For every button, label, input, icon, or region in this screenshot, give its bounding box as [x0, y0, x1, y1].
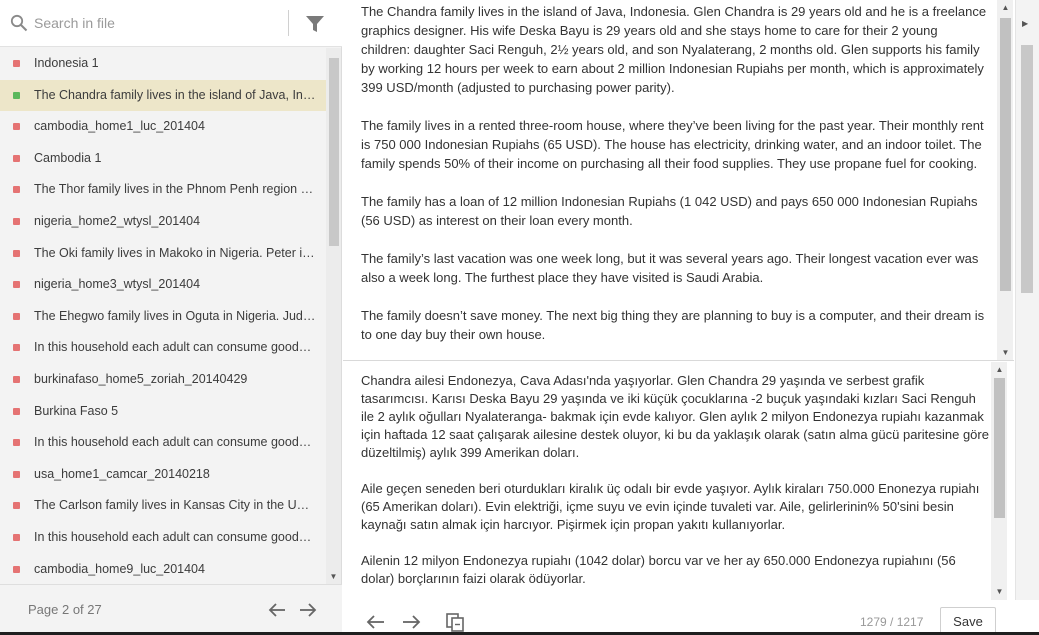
record-item[interactable]: The Thor family lives in the Phnom Penh … [0, 174, 326, 206]
status-dot-icon [13, 502, 20, 510]
status-dot-icon [13, 91, 20, 99]
translation-text[interactable]: Chandra ailesi Endonezya, Cava Adası'nda… [361, 372, 989, 600]
scroll-down-arrow-icon[interactable]: ▼ [328, 572, 339, 582]
translation-paragraph[interactable]: Aile geçen seneden beri oturdukları kira… [361, 480, 989, 534]
editor-toolbar: 1279 / 1217 Save [343, 600, 1039, 635]
record-list-scroll-thumb[interactable] [329, 58, 339, 246]
record-item[interactable]: Cambodia 1 [0, 143, 326, 175]
record-label: In this household each adult can consume… [34, 340, 316, 355]
page-indicator: Page 2 of 27 [28, 602, 102, 617]
scroll-up-arrow-icon[interactable]: ▲ [1000, 2, 1011, 14]
record-sidebar: Indonesia 1 The Chandra family lives in t… [0, 0, 342, 635]
translation-scroll-thumb[interactable] [994, 378, 1005, 518]
status-dot-icon [13, 439, 20, 447]
record-item[interactable]: cambodia_home1_luc_201404 [0, 111, 326, 143]
record-item[interactable]: The Oki family lives in Makoko in Nigeri… [0, 238, 326, 270]
record-item[interactable]: In this household each adult can consume… [0, 332, 326, 364]
status-dot-icon [13, 217, 20, 225]
record-list: Indonesia 1 The Chandra family lives in t… [0, 48, 326, 584]
record-item[interactable]: cambodia_home9_luc_201404 [0, 554, 326, 585]
status-dot-icon [13, 312, 20, 320]
source-paragraph: The family’s last vacation was one week … [361, 251, 979, 285]
record-list-scrollbar[interactable]: ▼ [326, 48, 341, 584]
search-input[interactable] [34, 12, 274, 34]
record-item[interactable]: Indonesia 1 [0, 48, 326, 80]
arrow-right-icon[interactable] [297, 599, 319, 621]
source-paragraph: The family lives in a rented three-room … [361, 118, 984, 171]
status-dot-icon [13, 123, 20, 131]
search-divider [288, 10, 289, 36]
source-paragraph: The Chandra family lives in the island o… [361, 4, 987, 95]
source-scrollbar[interactable]: ▲ ▼ [997, 0, 1013, 360]
source-scroll-thumb[interactable] [1000, 18, 1011, 291]
translation-paragraph[interactable]: Ailenin 12 milyon Endonezya rupiahı (104… [361, 552, 989, 588]
record-item[interactable]: In this household each adult can consume… [0, 427, 326, 459]
translation-paragraph[interactable]: Chandra ailesi Endonezya, Cava Adası'nda… [361, 372, 989, 462]
status-dot-icon [13, 154, 20, 162]
pager: Page 2 of 27 [0, 584, 342, 635]
status-dot-icon [13, 186, 20, 194]
status-dot-icon [13, 344, 20, 352]
scroll-down-arrow-icon[interactable]: ▼ [1000, 347, 1011, 359]
record-item[interactable]: Burkina Faso 5 [0, 396, 326, 428]
record-label: cambodia_home9_luc_201404 [34, 561, 205, 576]
translation-pane[interactable]: Chandra ailesi Endonezya, Cava Adası'nda… [343, 362, 1014, 600]
search-icon [10, 14, 28, 32]
page-scrollbar[interactable]: ▶ [1015, 0, 1039, 600]
record-label: burkinafaso_home5_zoriah_20140429 [34, 371, 248, 386]
status-dot-icon [13, 281, 20, 289]
status-dot-icon [13, 60, 20, 67]
record-label: In this household each adult can consume… [34, 435, 316, 450]
page-scroll-thumb[interactable] [1021, 45, 1033, 293]
scroll-right-arrow-icon[interactable]: ▶ [1022, 18, 1032, 30]
status-dot-icon [13, 565, 20, 573]
filter-icon[interactable] [302, 11, 328, 37]
record-label: cambodia_home1_luc_201404 [34, 119, 205, 134]
record-item[interactable]: The Chandra family lives in the island o… [0, 79, 326, 112]
scroll-down-arrow-icon[interactable]: ▼ [994, 586, 1005, 598]
record-item[interactable]: nigeria_home2_wtysl_201404 [0, 206, 326, 238]
record-label: usa_home1_camcar_20140218 [34, 466, 210, 481]
record-item[interactable]: burkinafaso_home5_zoriah_20140429 [0, 364, 326, 396]
copy-source-icon[interactable] [444, 611, 466, 633]
record-item[interactable]: The Carlson family lives in Kansas City … [0, 490, 326, 522]
scroll-up-arrow-icon[interactable]: ▲ [994, 364, 1005, 376]
record-item[interactable]: The Ehegwo family lives in Oguta in Nige… [0, 301, 326, 333]
record-item[interactable]: In this household each adult can consume… [0, 522, 326, 554]
record-label: The Carlson family lives in Kansas City … [34, 498, 316, 513]
status-dot-icon [13, 375, 20, 383]
source-text: The Chandra family lives in the island o… [361, 2, 989, 360]
record-label: Cambodia 1 [34, 150, 102, 165]
record-label: Indonesia 1 [34, 56, 99, 70]
record-label: The Ehegwo family lives in Oguta in Nige… [34, 308, 316, 323]
record-label: The Oki family lives in Makoko in Nigeri… [34, 245, 316, 260]
character-count: 1279 / 1217 [860, 615, 924, 629]
arrow-left-icon[interactable] [266, 599, 288, 621]
record-label: In this household each adult can consume… [34, 529, 316, 544]
status-dot-icon [13, 407, 20, 415]
status-dot-icon [13, 533, 20, 541]
undo-arrow-left-icon[interactable] [365, 612, 387, 632]
record-item[interactable]: usa_home1_camcar_20140218 [0, 459, 326, 491]
record-label: nigeria_home2_wtysl_201404 [34, 213, 201, 228]
status-dot-icon [13, 249, 20, 257]
save-button[interactable]: Save [940, 607, 996, 635]
source-text-pane: The Chandra family lives in the island o… [343, 0, 1014, 361]
redo-arrow-right-icon[interactable] [400, 612, 422, 632]
record-label: Burkina Faso 5 [34, 403, 119, 418]
record-label: The Chandra family lives in the island o… [34, 87, 316, 102]
source-paragraph: The family doesn’t save money. The next … [361, 308, 985, 342]
record-label: nigeria_home3_wtysl_201404 [34, 277, 201, 292]
source-paragraph: The family has a loan of 12 million Indo… [361, 194, 978, 228]
record-item[interactable]: nigeria_home3_wtysl_201404 [0, 269, 326, 301]
search-bar [0, 0, 342, 47]
record-label: The Thor family lives in the Phnom Penh … [34, 182, 316, 197]
status-dot-icon [13, 470, 20, 478]
translation-scrollbar[interactable]: ▲ ▼ [991, 362, 1007, 600]
